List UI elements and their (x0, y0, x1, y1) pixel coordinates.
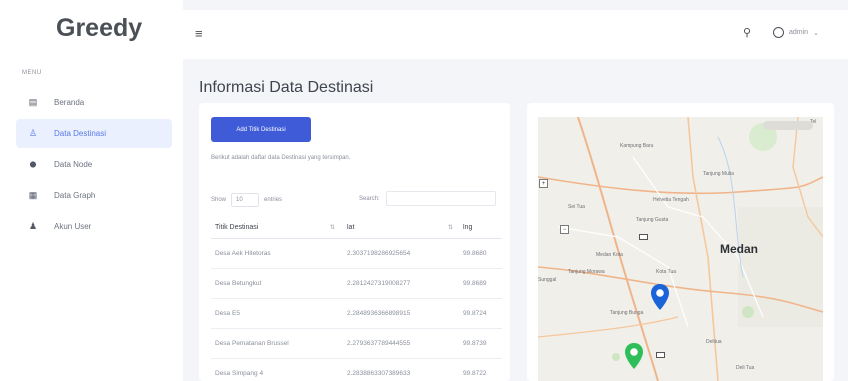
map-pin-blue-icon[interactable] (650, 283, 670, 311)
user-name: admin (789, 29, 809, 36)
map-zoom-out-button[interactable]: − (560, 225, 569, 234)
table-header: Titik Destinasi ⇅ lat ⇅ lng (211, 217, 502, 239)
sidebar-item-label: Data Node (54, 160, 93, 169)
topbar: ≡ ⚲ admin ⌄ (183, 10, 848, 59)
map-label: Sei Tua (568, 204, 585, 210)
table-icon: ▦ (28, 190, 38, 200)
map-label: Helvetia Tengah (653, 197, 689, 203)
sidebar-item-label: Beranda (54, 98, 85, 107)
sidebar-item-data-node[interactable]: ⬤ Data Node (16, 150, 172, 179)
sidebar-item-label: Akun User (54, 222, 92, 231)
map-label: Tanjung Bunga (610, 310, 644, 316)
sidebar-item-label: Data Destinasi (54, 129, 107, 138)
add-destinasi-button[interactable]: Add Titik Destinasi (211, 117, 311, 142)
sidebar-item-akun-user[interactable]: ♟ Akun User (16, 212, 172, 241)
column-header-lat[interactable]: lat ⇅ (341, 224, 459, 231)
map-label: Sunggal (538, 277, 557, 283)
sort-icon: ⇅ (329, 225, 335, 231)
map-city-label: Medan (720, 242, 759, 256)
map-label: Tanjung Mulia (703, 171, 734, 177)
table-row: Desa Betungkut 2.2812427319008277 99.868… (211, 269, 502, 299)
destinasi-map[interactable]: Kampung Baru Tanjung Mulia Sei Tua Helve… (538, 117, 823, 381)
hamburger-menu-icon[interactable]: ≡ (195, 26, 203, 41)
search-label: Search: (359, 195, 380, 202)
map-label: Medan Kota (596, 252, 623, 258)
map-label: Kota Tua (656, 269, 677, 275)
user-menu[interactable]: admin ⌄ (773, 27, 819, 38)
brand-logo[interactable]: Greedy (56, 14, 142, 43)
sort-icon: ⇅ (447, 225, 453, 231)
road-marker-icon (639, 234, 648, 240)
map-pin-green-icon[interactable] (624, 342, 644, 370)
users-icon: ♟ (28, 221, 38, 231)
map-label: Tanjung Gusta (636, 217, 669, 223)
destinasi-table-card: Add Titik Destinasi Berikut adalah dafta… (199, 103, 510, 381)
search-input[interactable] (385, 191, 496, 206)
entries-length-control: Show 10 entries (211, 193, 282, 207)
column-header-titik[interactable]: Titik Destinasi ⇅ (211, 224, 341, 231)
search-icon[interactable]: ⚲ (743, 26, 751, 39)
map-label: Delitua (706, 339, 722, 345)
map-pin-icon: ⬤ (29, 162, 37, 168)
map-label: Kampung Baru (620, 143, 654, 149)
chevron-down-icon: ⌄ (813, 29, 819, 37)
destinasi-table: Titik Destinasi ⇅ lat ⇅ lng Desa Aek Hitet… (211, 217, 502, 381)
sidebar-item-label: Data Graph (54, 191, 96, 200)
sidebar-nav: ▤ Beranda ♙ Data Destinasi ⬤ Data Node ▦… (16, 88, 172, 243)
table-row: Desa Aek Hitetoras 2.3037198286925654 99… (211, 239, 502, 269)
map-card: Kampung Baru Tanjung Mulia Sei Tua Helve… (527, 103, 834, 381)
map-zoom-in-button[interactable]: + (539, 179, 548, 188)
menu-section-label: MENU (22, 70, 42, 76)
avatar-icon (773, 27, 784, 38)
page-title: Informasi Data Destinasi (199, 79, 374, 96)
sidebar-item-data-destinasi[interactable]: ♙ Data Destinasi (16, 119, 172, 148)
table-search: Search: (359, 191, 496, 206)
sidebar-item-beranda[interactable]: ▤ Beranda (16, 88, 172, 117)
table-row: Desa Pematanan Brussel 2.279363778944455… (211, 329, 502, 359)
user-icon: ♙ (28, 128, 38, 138)
sidebar-item-data-graph[interactable]: ▦ Data Graph (16, 181, 172, 210)
show-label: Show (211, 197, 227, 203)
road-marker-icon (656, 352, 665, 358)
map-label: Deli Tua (736, 365, 755, 371)
map-roads (538, 117, 823, 381)
grid-icon: ▤ (28, 97, 38, 107)
card-description: Berikut adalah daftar data Destinasi yan… (211, 155, 351, 161)
map-attribution-badge (763, 121, 813, 130)
sidebar: Greedy MENU ▤ Beranda ♙ Data Destinasi ⬤… (0, 0, 183, 381)
table-row: Desa E5 2.2848936366898915 99.8724 (211, 299, 502, 329)
table-row: Desa Simpang 4 2.2838863307389633 99.872… (211, 359, 502, 381)
column-header-lng[interactable]: lng (459, 224, 502, 231)
entries-select[interactable]: 10 (231, 193, 260, 207)
entries-label: entries (264, 197, 283, 203)
map-label: Tanjung Morawa (568, 269, 605, 275)
